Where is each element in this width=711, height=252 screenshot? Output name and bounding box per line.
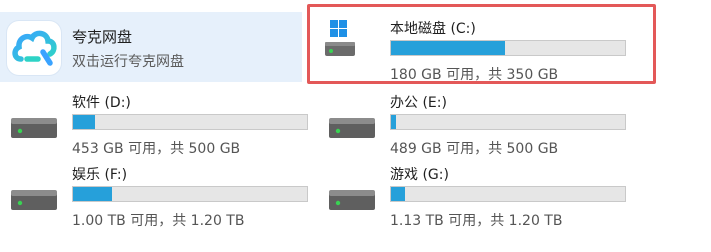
- drive-d-info: 453 GB 可用，共 500 GB: [72, 141, 241, 157]
- drive-f-usage-fill: [73, 187, 113, 201]
- drive-e-usage-fill: [391, 115, 397, 129]
- drive-f-label: 娱乐 (F:): [72, 167, 128, 183]
- drive-e-usage-bar: [390, 114, 626, 130]
- hard-drive-icon: [10, 114, 58, 140]
- app-subtitle: 双击运行夸克网盘: [72, 54, 184, 70]
- drive-g-label: 游戏 (G:): [390, 167, 449, 183]
- quark-app-tile[interactable]: 夸克网盘 双击运行夸克网盘: [0, 12, 302, 82]
- drive-e-label: 办公 (E:): [390, 95, 447, 111]
- app-name: 夸克网盘: [72, 28, 133, 46]
- hard-drive-icon: [10, 186, 58, 212]
- hard-drive-icon: [328, 186, 376, 212]
- drive-d-usage-bar: [72, 114, 308, 130]
- drive-f-info: 1.00 TB 可用，共 1.20 TB: [72, 213, 245, 229]
- drive-d[interactable]: 软件 (D:) 453 GB 可用，共 500 GB: [0, 92, 310, 157]
- drive-d-label: 软件 (D:): [72, 95, 131, 111]
- drive-e[interactable]: 办公 (E:) 489 GB 可用，共 500 GB: [318, 92, 648, 157]
- drive-g[interactable]: 游戏 (G:) 1.13 TB 可用，共 1.20 TB: [318, 164, 648, 229]
- drive-f[interactable]: 娱乐 (F:) 1.00 TB 可用，共 1.20 TB: [0, 164, 310, 229]
- drive-g-usage-bar: [390, 186, 626, 202]
- hard-drive-icon: [328, 114, 376, 140]
- quark-cloud-icon: [7, 21, 61, 75]
- drive-g-info: 1.13 TB 可用，共 1.20 TB: [390, 213, 563, 229]
- drive-g-usage-fill: [391, 187, 405, 201]
- drive-f-usage-bar: [72, 186, 308, 202]
- drive-d-usage-fill: [73, 115, 95, 129]
- selection-highlight: [307, 4, 656, 84]
- drive-e-info: 489 GB 可用，共 500 GB: [390, 141, 559, 157]
